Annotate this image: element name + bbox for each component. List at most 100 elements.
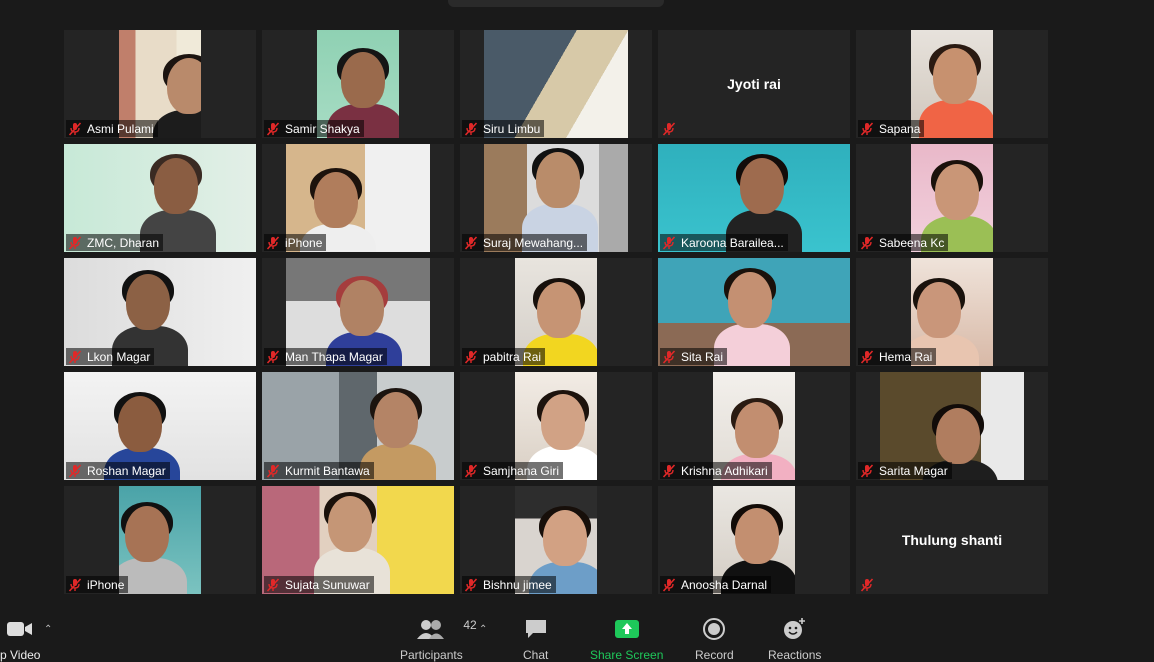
- participant-name: Samjhana Giri: [483, 463, 560, 478]
- muted-mic-icon: [68, 577, 82, 592]
- participant-label: Roshan Magar: [66, 462, 170, 479]
- meeting-toolbar: p Video ⌃ 42 Participants ⌃ Chat Share S…: [0, 606, 1154, 662]
- participant-tile[interactable]: Samir Shakya: [262, 30, 454, 138]
- participant-label: [660, 120, 685, 137]
- participant-tile[interactable]: Lkon Magar: [64, 258, 256, 366]
- participant-name: Karoona Barailea...: [681, 235, 784, 250]
- participant-name-placeholder: Jyoti rai: [727, 76, 781, 92]
- participant-label: Karoona Barailea...: [660, 234, 788, 251]
- participant-tile[interactable]: Asmi Pulami: [64, 30, 256, 138]
- share-screen-button[interactable]: Share Screen: [590, 616, 663, 662]
- participant-label: Man Thapa Magar: [264, 348, 387, 365]
- participant-label: Bishnu jimee: [462, 576, 556, 593]
- participant-label: Sabeena Kc: [858, 234, 949, 251]
- participant-name: ZMC, Dharan: [87, 235, 160, 250]
- participant-label: Asmi Pulami: [66, 120, 158, 137]
- participant-name: Anoosha Darnal: [681, 577, 768, 592]
- participant-label: Sarita Magar: [858, 462, 952, 479]
- record-icon: [703, 616, 726, 642]
- muted-mic-icon: [662, 235, 676, 250]
- participant-tile[interactable]: ZMC, Dharan: [64, 144, 256, 252]
- participant-name-placeholder: Thulung shanti: [901, 532, 1003, 548]
- muted-mic-icon: [860, 121, 874, 136]
- muted-mic-icon: [68, 235, 82, 250]
- participant-tile[interactable]: Bishnu jimee: [460, 486, 652, 594]
- participants-button[interactable]: 42 Participants: [400, 616, 477, 662]
- muted-mic-icon: [464, 121, 478, 136]
- participant-tile[interactable]: Samjhana Giri: [460, 372, 652, 480]
- muted-mic-icon: [266, 349, 280, 364]
- participant-tile[interactable]: Karoona Barailea...: [658, 144, 850, 252]
- muted-mic-icon: [464, 463, 478, 478]
- participant-name: Suraj Mewahang...: [483, 235, 584, 250]
- muted-mic-icon: [266, 577, 280, 592]
- participant-label: iPhone: [66, 576, 129, 593]
- participant-tile[interactable]: Sujata Sunuwar: [262, 486, 454, 594]
- participant-name: Sujata Sunuwar: [285, 577, 370, 592]
- muted-mic-icon: [68, 121, 82, 136]
- video-camera-icon: [7, 616, 33, 642]
- participant-name: Sarita Magar: [879, 463, 948, 478]
- muted-mic-icon: [860, 235, 874, 250]
- participant-tile[interactable]: iPhone: [262, 144, 454, 252]
- participant-label: Sita Rai: [660, 348, 728, 365]
- participant-name: Samir Shakya: [285, 121, 360, 136]
- participants-icon: 42: [417, 616, 477, 642]
- muted-mic-icon: [662, 463, 676, 478]
- participant-label: [858, 576, 883, 593]
- participant-tile[interactable]: pabitra Rai: [460, 258, 652, 366]
- participant-name: Roshan Magar: [87, 463, 166, 478]
- participant-label: ZMC, Dharan: [66, 234, 164, 251]
- participant-label: Anoosha Darnal: [660, 576, 772, 593]
- record-button[interactable]: Record: [695, 616, 734, 662]
- top-handle: [448, 0, 664, 7]
- participant-label: Samir Shakya: [264, 120, 364, 137]
- video-button[interactable]: p Video: [0, 616, 40, 662]
- participant-label: pabitra Rai: [462, 348, 546, 365]
- participant-video: [119, 486, 201, 594]
- participant-tile[interactable]: iPhone: [64, 486, 256, 594]
- participant-tile[interactable]: Anoosha Darnal: [658, 486, 850, 594]
- chat-button[interactable]: Chat: [523, 616, 548, 662]
- muted-mic-icon: [860, 349, 874, 364]
- participant-tile[interactable]: Kurmit Bantawa: [262, 372, 454, 480]
- participant-tile[interactable]: Jyoti rai: [658, 30, 850, 138]
- participant-tile[interactable]: Roshan Magar: [64, 372, 256, 480]
- chat-icon: [524, 616, 548, 642]
- video-options-caret[interactable]: ⌃: [44, 624, 52, 635]
- participant-name: Sapana: [879, 121, 921, 136]
- participant-label: Kurmit Bantawa: [264, 462, 374, 479]
- reactions-button[interactable]: Reactions: [768, 616, 821, 662]
- participant-name: Kurmit Bantawa: [285, 463, 370, 478]
- muted-mic-icon: [860, 577, 874, 592]
- participant-tile[interactable]: Suraj Mewahang...: [460, 144, 652, 252]
- participants-count: 42: [463, 618, 477, 632]
- muted-mic-icon: [662, 577, 676, 592]
- participant-tile[interactable]: Siru Limbu: [460, 30, 652, 138]
- participant-tile[interactable]: Sapana: [856, 30, 1048, 138]
- participant-tile[interactable]: Thulung shanti: [856, 486, 1048, 594]
- participant-label: Krishna Adhikari: [660, 462, 772, 479]
- participant-tile[interactable]: Sita Rai: [658, 258, 850, 366]
- participant-name: Hema Rai: [879, 349, 933, 364]
- participant-name: Siru Limbu: [483, 121, 541, 136]
- participant-tile[interactable]: Hema Rai: [856, 258, 1048, 366]
- participant-label: Hema Rai: [858, 348, 937, 365]
- participant-label: Siru Limbu: [462, 120, 545, 137]
- muted-mic-icon: [266, 121, 280, 136]
- muted-mic-icon: [662, 349, 676, 364]
- muted-mic-icon: [662, 121, 676, 136]
- participant-label: Sujata Sunuwar: [264, 576, 374, 593]
- participant-name: Man Thapa Magar: [285, 349, 383, 364]
- participant-label: Sapana: [858, 120, 925, 137]
- participant-tile[interactable]: Man Thapa Magar: [262, 258, 454, 366]
- participant-name: pabitra Rai: [483, 349, 542, 364]
- participant-tile[interactable]: Sabeena Kc: [856, 144, 1048, 252]
- participant-tile[interactable]: Sarita Magar: [856, 372, 1048, 480]
- muted-mic-icon: [464, 577, 478, 592]
- share-screen-icon: [614, 616, 639, 642]
- participant-name: iPhone: [285, 235, 323, 250]
- participant-tile[interactable]: Krishna Adhikari: [658, 372, 850, 480]
- participants-options-caret[interactable]: ⌃: [479, 624, 487, 635]
- participant-name: Asmi Pulami: [87, 121, 154, 136]
